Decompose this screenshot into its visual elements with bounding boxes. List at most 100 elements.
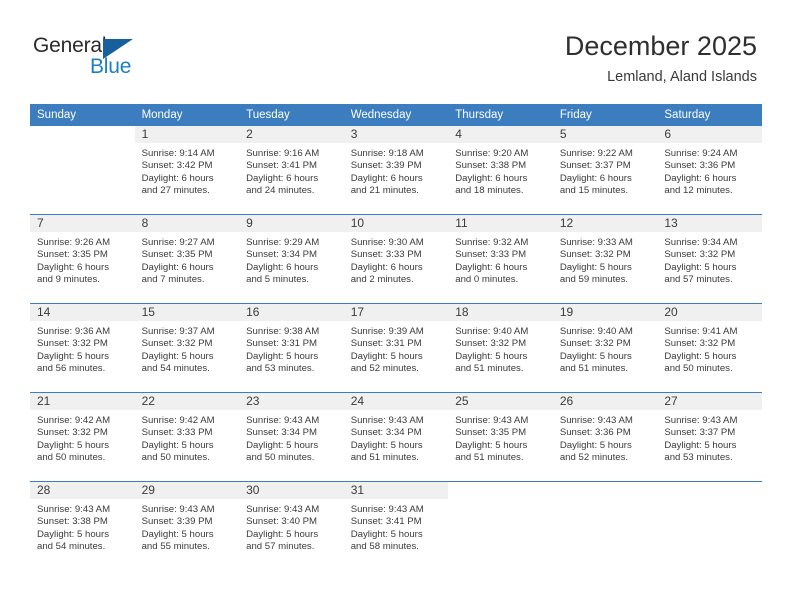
calendar-day-cell[interactable]: 1 Sunrise: 9:14 AM Sunset: 3:42 PM Daylight… bbox=[134, 126, 240, 215]
day-cell-inner: 24 Sunrise: 9:43 AM Sunset: 3:34 PM Dayligh… bbox=[343, 393, 449, 481]
calendar-day-cell[interactable]: 2 Sunrise: 9:16 AM Sunset: 3:41 PM Daylight… bbox=[239, 126, 344, 215]
calendar-day-cell[interactable]: 15 Sunrise: 9:37 AM Sunset: 3:32 PM Dayligh… bbox=[134, 303, 240, 393]
day-details: Sunrise: 9:20 AM Sunset: 3:38 PM Daylight:… bbox=[448, 143, 553, 197]
day-cell-inner: 6 Sunrise: 9:24 AM Sunset: 3:36 PM Daylight… bbox=[657, 126, 762, 214]
calendar-day-cell[interactable]: 31 Sunrise: 9:43 AM Sunset: 3:41 PM Dayligh… bbox=[343, 481, 449, 570]
daylight-text-line2: and 18 minutes. bbox=[455, 184, 524, 196]
calendar-day-cell[interactable]: 10 Sunrise: 9:30 AM Sunset: 3:33 PM Dayligh… bbox=[343, 214, 449, 304]
logo-text-blue: Blue bbox=[90, 55, 132, 78]
day-details: Sunrise: 9:40 AM Sunset: 3:32 PM Daylight:… bbox=[553, 321, 658, 375]
calendar-page: General Blue December 2025 Lemland, Alan… bbox=[0, 0, 792, 612]
day-cell-inner: 19 Sunrise: 9:40 AM Sunset: 3:32 PM Dayligh… bbox=[552, 304, 658, 392]
day-details: Sunrise: 9:36 AM Sunset: 3:32 PM Daylight:… bbox=[30, 321, 135, 375]
daylight-text-line1: Daylight: 5 hours bbox=[246, 439, 319, 451]
sunrise-text: Sunrise: 9:26 AM bbox=[37, 237, 111, 248]
day-cell-inner: 17 Sunrise: 9:39 AM Sunset: 3:31 PM Dayligh… bbox=[343, 304, 449, 392]
calendar-day-cell[interactable]: 9 Sunrise: 9:29 AM Sunset: 3:34 PM Daylight… bbox=[239, 214, 344, 304]
sunrise-text: Sunrise: 9:24 AM bbox=[664, 148, 738, 159]
calendar-day-cell[interactable]: 5 Sunrise: 9:22 AM Sunset: 3:37 PM Daylight… bbox=[552, 126, 658, 215]
day-cell-inner: 8 Sunrise: 9:27 AM Sunset: 3:35 PM Daylight… bbox=[134, 215, 240, 303]
sunrise-text: Sunrise: 9:39 AM bbox=[350, 326, 424, 337]
sunset-text: Sunset: 3:35 PM bbox=[141, 249, 213, 261]
calendar-cell-empty bbox=[552, 481, 658, 570]
daylight-text-line2: and 57 minutes. bbox=[246, 540, 315, 552]
sunset-text: Sunset: 3:34 PM bbox=[350, 427, 422, 439]
calendar-day-cell[interactable]: 16 Sunrise: 9:38 AM Sunset: 3:31 PM Dayligh… bbox=[239, 303, 344, 393]
calendar-day-cell[interactable]: 18 Sunrise: 9:40 AM Sunset: 3:32 PM Dayligh… bbox=[448, 303, 553, 393]
calendar-day-cell[interactable]: 6 Sunrise: 9:24 AM Sunset: 3:36 PM Daylight… bbox=[657, 126, 762, 215]
sunset-text: Sunset: 3:41 PM bbox=[350, 516, 422, 528]
sunset-text: Sunset: 3:35 PM bbox=[455, 427, 527, 439]
daylight-text-line1: Daylight: 5 hours bbox=[246, 528, 319, 540]
day-cell-inner: 23 Sunrise: 9:43 AM Sunset: 3:34 PM Dayligh… bbox=[239, 393, 344, 481]
calendar-day-cell[interactable]: 22 Sunrise: 9:42 AM Sunset: 3:33 PM Dayligh… bbox=[134, 392, 240, 482]
daylight-text-line1: Daylight: 5 hours bbox=[141, 528, 214, 540]
calendar-day-cell[interactable]: 11 Sunrise: 9:32 AM Sunset: 3:33 PM Dayligh… bbox=[448, 214, 553, 304]
day-details: Sunrise: 9:43 AM Sunset: 3:34 PM Daylight:… bbox=[344, 410, 449, 464]
day-details: Sunrise: 9:14 AM Sunset: 3:42 PM Daylight:… bbox=[135, 143, 240, 197]
day-cell-inner: 22 Sunrise: 9:42 AM Sunset: 3:33 PM Dayligh… bbox=[134, 393, 240, 481]
title-block: December 2025 Lemland, Aland Islands bbox=[565, 30, 757, 86]
calendar-day-cell[interactable]: 30 Sunrise: 9:43 AM Sunset: 3:40 PM Dayligh… bbox=[239, 481, 344, 570]
calendar-header-row: Sunday Monday Tuesday Wednesday Thursday… bbox=[30, 104, 762, 126]
day-cell-inner: 3 Sunrise: 9:18 AM Sunset: 3:39 PM Daylight… bbox=[343, 126, 449, 214]
calendar-day-cell[interactable]: 13 Sunrise: 9:34 AM Sunset: 3:32 PM Dayligh… bbox=[657, 214, 762, 304]
day-cell-inner: 28 Sunrise: 9:43 AM Sunset: 3:38 PM Dayligh… bbox=[30, 482, 135, 570]
daylight-text-line1: Daylight: 5 hours bbox=[350, 528, 423, 540]
calendar-day-cell[interactable]: 14 Sunrise: 9:36 AM Sunset: 3:32 PM Dayligh… bbox=[30, 303, 135, 393]
sunrise-text: Sunrise: 9:34 AM bbox=[664, 237, 738, 248]
calendar-day-cell[interactable]: 4 Sunrise: 9:20 AM Sunset: 3:38 PM Daylight… bbox=[448, 126, 553, 215]
day-details: Sunrise: 9:38 AM Sunset: 3:31 PM Daylight:… bbox=[239, 321, 344, 375]
calendar-day-cell[interactable]: 20 Sunrise: 9:41 AM Sunset: 3:32 PM Dayligh… bbox=[657, 303, 762, 393]
daylight-text-line2: and 15 minutes. bbox=[559, 184, 629, 196]
calendar-table: Sunday Monday Tuesday Wednesday Thursday… bbox=[30, 104, 762, 570]
day-cell-inner: 30 Sunrise: 9:43 AM Sunset: 3:40 PM Dayligh… bbox=[239, 482, 344, 570]
calendar-day-cell[interactable]: 24 Sunrise: 9:43 AM Sunset: 3:34 PM Dayligh… bbox=[343, 392, 449, 482]
sunrise-text: Sunrise: 9:22 AM bbox=[559, 148, 633, 159]
day-cell-inner bbox=[553, 482, 658, 570]
calendar-day-cell[interactable]: 7 Sunrise: 9:26 AM Sunset: 3:35 PM Daylight… bbox=[30, 214, 135, 304]
sunrise-text: Sunrise: 9:43 AM bbox=[37, 504, 111, 515]
day-number: 10 bbox=[343, 215, 449, 232]
sunset-text: Sunset: 3:33 PM bbox=[455, 249, 527, 261]
sunrise-text: Sunrise: 9:40 AM bbox=[559, 326, 633, 337]
day-cell-inner: 4 Sunrise: 9:20 AM Sunset: 3:38 PM Daylight… bbox=[448, 126, 553, 214]
calendar-cell-empty bbox=[30, 126, 135, 215]
calendar-day-cell[interactable]: 27 Sunrise: 9:43 AM Sunset: 3:37 PM Dayligh… bbox=[657, 392, 762, 482]
sunset-text: Sunset: 3:32 PM bbox=[141, 338, 213, 350]
daylight-text-line1: Daylight: 5 hours bbox=[37, 439, 109, 451]
calendar-cell-empty bbox=[657, 481, 762, 570]
sunrise-text: Sunrise: 9:29 AM bbox=[246, 237, 320, 248]
sunrise-text: Sunrise: 9:43 AM bbox=[455, 415, 529, 426]
daylight-text-line1: Daylight: 5 hours bbox=[455, 350, 528, 362]
calendar-day-cell[interactable]: 26 Sunrise: 9:43 AM Sunset: 3:36 PM Dayligh… bbox=[552, 392, 658, 482]
calendar-day-cell[interactable]: 19 Sunrise: 9:40 AM Sunset: 3:32 PM Dayligh… bbox=[552, 303, 658, 393]
daylight-text-line2: and 51 minutes. bbox=[455, 451, 524, 463]
day-details: Sunrise: 9:26 AM Sunset: 3:35 PM Daylight:… bbox=[30, 232, 135, 286]
calendar-day-cell[interactable]: 3 Sunrise: 9:18 AM Sunset: 3:39 PM Daylight… bbox=[343, 126, 449, 215]
calendar-day-cell[interactable]: 12 Sunrise: 9:33 AM Sunset: 3:32 PM Dayligh… bbox=[552, 214, 658, 304]
day-cell-inner: 31 Sunrise: 9:43 AM Sunset: 3:41 PM Dayligh… bbox=[343, 482, 449, 570]
sunset-text: Sunset: 3:32 PM bbox=[455, 338, 527, 350]
general-blue-logo[interactable]: General Blue bbox=[33, 34, 163, 86]
day-cell-inner bbox=[30, 126, 135, 214]
daylight-text-line1: Daylight: 5 hours bbox=[559, 439, 632, 451]
day-details: Sunrise: 9:41 AM Sunset: 3:32 PM Daylight:… bbox=[657, 321, 762, 375]
sunset-text: Sunset: 3:38 PM bbox=[37, 516, 108, 528]
calendar-day-cell[interactable]: 23 Sunrise: 9:43 AM Sunset: 3:34 PM Dayligh… bbox=[239, 392, 344, 482]
calendar-day-cell[interactable]: 28 Sunrise: 9:43 AM Sunset: 3:38 PM Dayligh… bbox=[30, 481, 135, 570]
calendar-day-cell[interactable]: 29 Sunrise: 9:43 AM Sunset: 3:39 PM Dayligh… bbox=[134, 481, 240, 570]
daylight-text-line2: and 58 minutes. bbox=[350, 540, 419, 552]
daylight-text-line2: and 55 minutes. bbox=[141, 540, 210, 552]
weekday-header-thursday: Thursday bbox=[448, 104, 553, 126]
calendar-day-cell[interactable]: 8 Sunrise: 9:27 AM Sunset: 3:35 PM Daylight… bbox=[134, 214, 240, 304]
day-number bbox=[448, 482, 553, 499]
day-cell-inner: 7 Sunrise: 9:26 AM Sunset: 3:35 PM Daylight… bbox=[30, 215, 135, 303]
sunset-text: Sunset: 3:32 PM bbox=[664, 338, 736, 350]
day-cell-inner: 13 Sunrise: 9:34 AM Sunset: 3:32 PM Dayligh… bbox=[657, 215, 762, 303]
day-number: 2 bbox=[239, 126, 344, 143]
day-number: 3 bbox=[343, 126, 449, 143]
calendar-day-cell[interactable]: 25 Sunrise: 9:43 AM Sunset: 3:35 PM Dayligh… bbox=[448, 392, 553, 482]
calendar-day-cell[interactable]: 17 Sunrise: 9:39 AM Sunset: 3:31 PM Dayligh… bbox=[343, 303, 449, 393]
calendar-day-cell[interactable]: 21 Sunrise: 9:42 AM Sunset: 3:32 PM Dayligh… bbox=[30, 392, 135, 482]
